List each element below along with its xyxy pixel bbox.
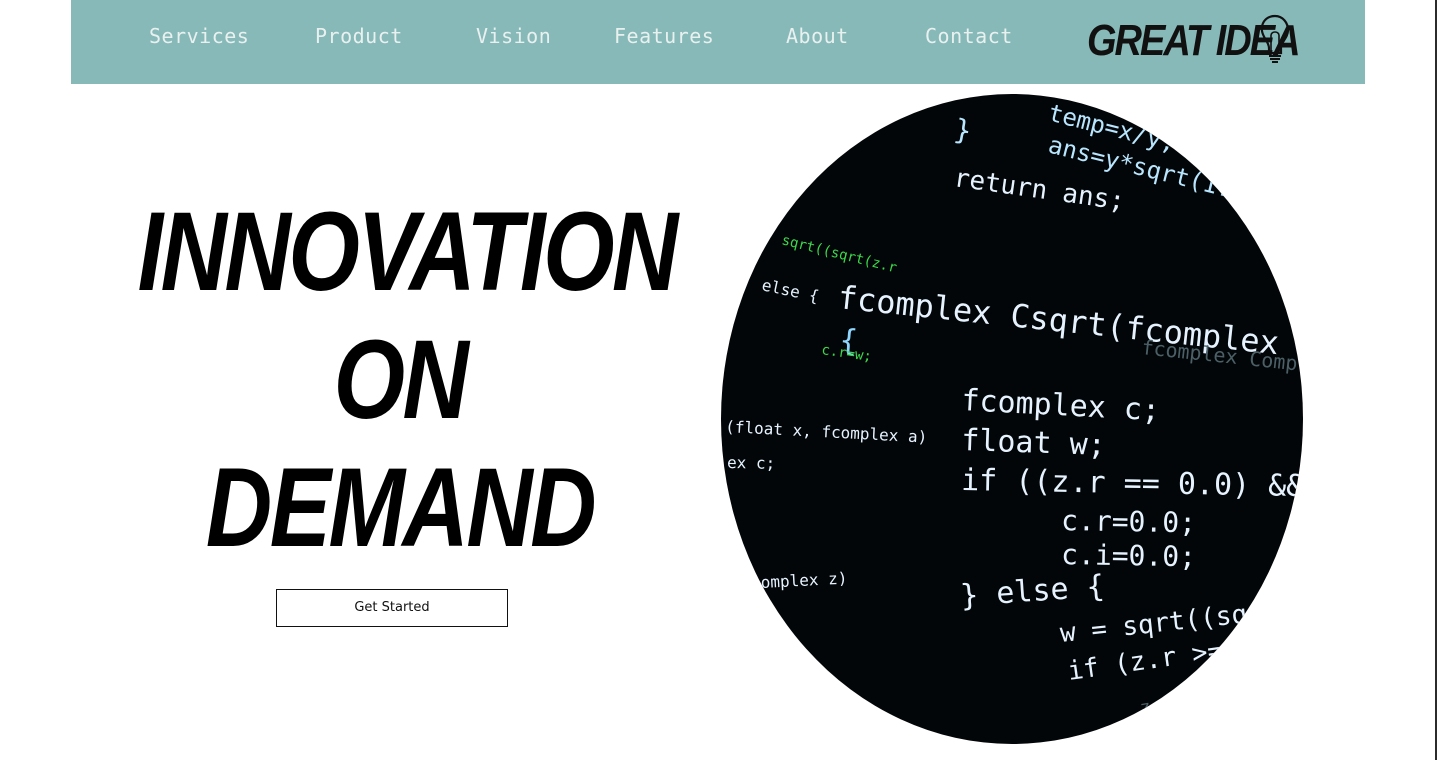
code-line: ex c; [727,453,775,473]
brand-logo[interactable]: GREAT IDEA [1087,13,1301,69]
nav-link-contact[interactable]: Contact [925,24,1013,48]
nav-link-vision[interactable]: Vision [476,24,551,48]
hero-title-line-2: ON [333,317,469,442]
get-started-button[interactable]: Get Started [276,589,508,627]
hero-title: INNOVATION ON DEMAND [137,188,679,572]
nav-link-product[interactable]: Product [315,24,403,48]
nav-link-features[interactable]: Features [614,24,714,48]
hero-title-line-3: DEMAND [205,445,597,570]
nav-link-about[interactable]: About [786,24,849,48]
code-line: c.i=0.0; [1061,538,1196,573]
code-line: c.r=0.0; [1061,504,1196,539]
code-image-circle: temp=x/y;}ans=y*sqrt(1.0+temp*temp);retu… [721,94,1303,744]
code-line: float w; [961,423,1107,463]
page: Services Product Vision Features About C… [0,0,1437,760]
top-navbar: Services Product Vision Features About C… [71,0,1365,84]
hero-title-line-1: INNOVATION [137,189,679,314]
nav-link-services[interactable]: Services [149,24,249,48]
lightbulb-icon [1260,14,1290,63]
